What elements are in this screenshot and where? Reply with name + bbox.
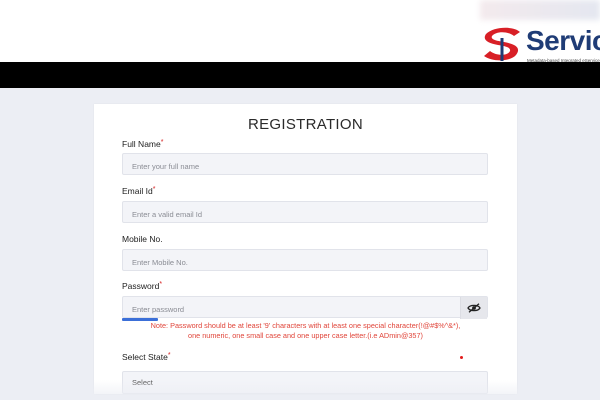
full-name-label: Full Name* [122, 139, 163, 149]
mobile-label: Mobile No. [122, 234, 163, 244]
password-field[interactable] [122, 296, 488, 320]
email-label-text: Email Id [122, 186, 153, 196]
password-input[interactable] [123, 299, 487, 320]
password-note: Note: Password should be at least '9' ch… [94, 321, 517, 341]
required-marker: * [167, 352, 171, 359]
brand-name: Service [526, 25, 600, 56]
mobile-label-text: Mobile No. [122, 234, 163, 244]
state-label-text: Select State [122, 352, 168, 362]
full-name-input[interactable] [123, 156, 487, 177]
email-field[interactable] [122, 201, 488, 225]
password-label: Password* [122, 281, 162, 291]
mobile-field[interactable] [122, 249, 488, 273]
logo-blur-overlay [480, 0, 600, 20]
eye-slash-icon [467, 303, 481, 313]
full-name-field[interactable] [122, 153, 488, 177]
brand-logo[interactable]: Service Metadata-based Integrated eServi… [480, 0, 600, 63]
email-input[interactable] [123, 204, 487, 225]
state-select[interactable]: Select [122, 371, 488, 394]
mobile-input[interactable] [123, 252, 487, 273]
error-indicator [460, 356, 463, 359]
navigation-bar [0, 62, 600, 88]
page-title: REGISTRATION [248, 116, 363, 133]
required-marker: * [160, 139, 164, 146]
email-label: Email Id* [122, 186, 155, 196]
password-label-text: Password [122, 281, 160, 291]
required-marker: * [152, 186, 156, 193]
required-marker: * [159, 281, 163, 288]
full-name-label-text: Full Name [122, 139, 161, 149]
brand-mark-icon [484, 27, 520, 61]
password-note-line-1: Note: Password should be at least '9' ch… [150, 321, 461, 330]
password-visibility-toggle[interactable] [460, 297, 487, 319]
state-label: Select State* [122, 352, 171, 362]
state-select-value: Select [132, 378, 153, 387]
top-header: Service Metadata-based Integrated eServi… [0, 0, 600, 63]
password-note-line-2: one numeric, one small case and one uppe… [188, 331, 423, 340]
